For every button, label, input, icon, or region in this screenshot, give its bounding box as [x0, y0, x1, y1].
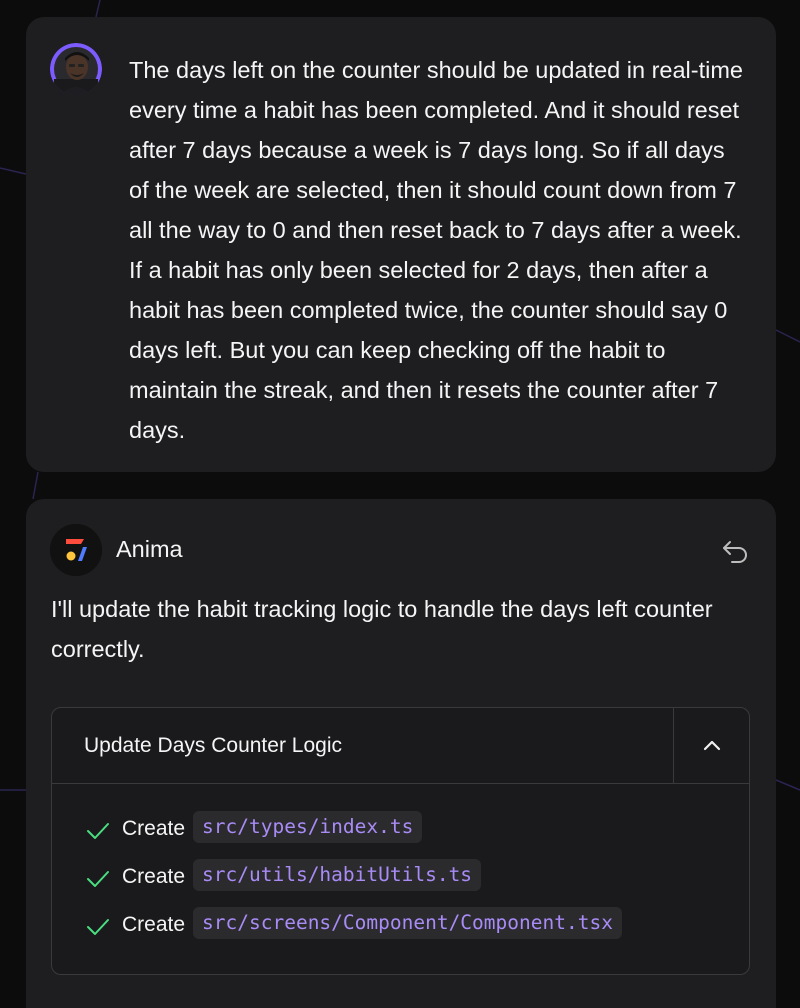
chat-view: The days left on the counter should be u…: [0, 0, 800, 1008]
assistant-name: Anima: [116, 536, 183, 562]
task-header[interactable]: Update Days Counter Logic: [52, 708, 749, 784]
user-message-card: The days left on the counter should be u…: [26, 17, 776, 472]
task-item: Create src/screens/Component/Component.t…: [84, 907, 622, 958]
assistant-message-card: Anima I'll update the habit tracking log…: [26, 499, 776, 1008]
task-item: Create src/types/index.ts: [84, 811, 622, 862]
check-icon: [87, 823, 109, 839]
collapse-button[interactable]: [673, 708, 749, 783]
task-file-path[interactable]: src/types/index.ts: [193, 811, 423, 843]
task-file-path[interactable]: src/utils/habitUtils.ts: [193, 859, 482, 891]
task-file-path[interactable]: src/screens/Component/Component.tsx: [193, 907, 622, 939]
check-icon: [87, 919, 109, 935]
undo-button[interactable]: [718, 534, 752, 568]
task-item: Create src/utils/habitUtils.ts: [84, 859, 622, 910]
task-panel: Update Days Counter Logic Create src/typ…: [51, 707, 750, 975]
check-icon: [87, 871, 109, 887]
task-verb: Create: [122, 865, 186, 888]
task-list: Create src/types/index.ts Create src/uti…: [84, 811, 622, 958]
undo-icon: [723, 541, 747, 563]
assistant-message-text: I'll update the habit tracking logic to …: [51, 596, 713, 662]
task-verb: Create: [122, 817, 186, 840]
anima-logo-icon: [50, 524, 102, 576]
user-avatar: [50, 43, 102, 95]
task-title: Update Days Counter Logic: [84, 734, 342, 757]
task-verb: Create: [122, 913, 186, 936]
user-message-text: The days left on the counter should be u…: [129, 57, 743, 443]
chevron-up-icon: [703, 740, 721, 750]
